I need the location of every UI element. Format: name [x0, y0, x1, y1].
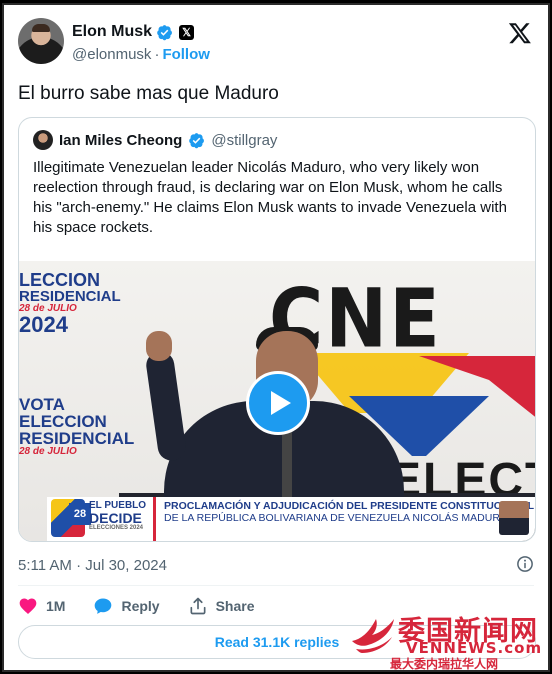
share-label: Share — [215, 598, 255, 614]
share-icon — [190, 597, 206, 615]
quoted-author-name: Ian Miles Cheong — [59, 131, 183, 149]
action-bar: 1M Reply Share — [18, 593, 283, 619]
quoted-header: Ian Miles Cheong @stillgray — [33, 130, 277, 150]
author-name-row: Elon Musk 𝕏 — [72, 23, 195, 41]
author-handle[interactable]: @elonmusk — [72, 46, 151, 63]
like-count: 1M — [46, 598, 66, 614]
verified-badge-icon — [157, 24, 172, 40]
reply-button[interactable]: Reply — [93, 596, 160, 616]
speaker-thumbnail — [499, 501, 529, 535]
verified-badge-icon — [189, 132, 205, 148]
x-logo-icon[interactable] — [508, 21, 532, 45]
reply-bubble-icon — [95, 598, 112, 614]
x-affiliate-icon: 𝕏 — [179, 24, 195, 40]
author-avatar[interactable] — [18, 18, 64, 64]
election-logo-bottom: VOTA ELECCION RESIDENCIAL 28 de JULIO — [19, 395, 135, 457]
author-name[interactable]: Elon Musk — [72, 23, 152, 41]
quoted-author-handle: @stillgray — [211, 131, 278, 149]
quoted-avatar — [33, 130, 53, 150]
lower-third-brand: 28 EL PUEBLO DECIDE ELECCIONES 2024 — [47, 497, 153, 541]
tweet-timestamp[interactable]: 5:11 AM · Jul 30, 2024 — [18, 557, 167, 574]
video-lower-third: 28 EL PUEBLO DECIDE ELECCIONES 2024 PROC… — [47, 497, 535, 541]
divider — [18, 585, 534, 586]
site-watermark: 委国新闻网 VENNEWS.com 最大委内瑞拉华人网 — [348, 609, 546, 671]
heart-icon — [19, 598, 37, 614]
play-icon[interactable] — [246, 371, 310, 435]
video-player[interactable]: CNE ELECT LECCION RESIDENCIAL 28 de JULI… — [19, 261, 535, 541]
watermark-logo-icon — [352, 619, 394, 653]
tweet-card: Elon Musk 𝕏 @elonmusk · Follow El burro sa… — [2, 3, 550, 672]
lower-third-subline: DE LA REPÚBLICA BOLIVARIANA DE VENEZUELA… — [164, 512, 509, 525]
like-button[interactable]: 1M — [18, 596, 65, 616]
quoted-tweet[interactable]: Ian Miles Cheong @stillgray Illegitimate… — [18, 117, 536, 542]
follow-button[interactable]: Follow — [162, 46, 210, 63]
info-icon[interactable] — [516, 555, 534, 573]
watermark-subtitle: 最大委内瑞拉华人网 — [390, 657, 499, 671]
author-handle-row: @elonmusk · Follow — [72, 46, 210, 63]
lower-third-text: PROCLAMACIÓN Y ADJUDICACIÓN DEL PRESIDEN… — [153, 497, 535, 541]
share-button[interactable]: Share — [188, 596, 255, 616]
election-logo-top: LECCION RESIDENCIAL 28 de JULIO 2024 — [19, 270, 121, 337]
lower-third-headline: PROCLAMACIÓN Y ADJUDICACIÓN DEL PRESIDEN… — [164, 500, 535, 512]
tweet-text: El burro sabe mas que Maduro — [18, 83, 279, 104]
quoted-text: Illegitimate Venezuelan leader Nicolás M… — [33, 159, 507, 236]
reply-label: Reply — [121, 598, 160, 614]
tweet-header: Elon Musk 𝕏 @elonmusk · Follow — [18, 17, 534, 65]
